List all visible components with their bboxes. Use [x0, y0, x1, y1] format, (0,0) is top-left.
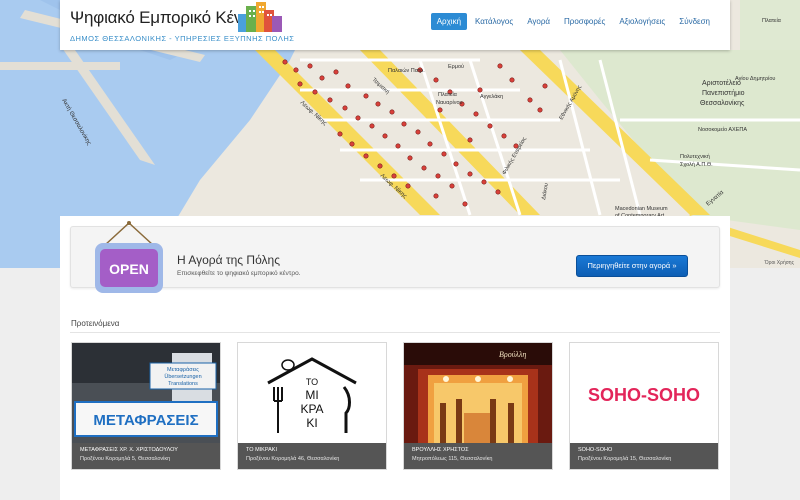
- nav-item-offers[interactable]: Προσφορές: [558, 13, 611, 30]
- shop-card[interactable]: SOHO-SOHO SOHO-SOHO Προξένου Κορομηλά 15…: [569, 342, 719, 470]
- shop-name[interactable]: ΤΟ ΜΙΚΡΑΚΙ: [246, 447, 378, 453]
- shop-name[interactable]: SOHO-SOHO: [578, 447, 710, 453]
- map-label-plateia: Πλατεία: [438, 92, 458, 98]
- shop-image[interactable]: Βρούλλη: [404, 343, 552, 443]
- site-header: Ψηφιακό Εμπορικό Κέντρο ΔΗΜΟΣ ΘΕΣΣΑΛΟΝΙΚ…: [60, 0, 730, 50]
- featured-cards: Μεταφράσεις Übersetzungen Translations Μ…: [71, 342, 721, 470]
- map-label-palaion-patron: Παλαιών Πατρ.: [388, 67, 425, 74]
- shop-image[interactable]: SOHO-SOHO: [570, 343, 718, 443]
- shop-address: Μητροπόλεως 115, Θεσσαλονίκη: [412, 456, 493, 462]
- sign-small-text-2: Übersetzungen: [164, 373, 201, 380]
- shop-address: Προξένου Κορομηλά 5, Θεσσαλονίκη: [80, 456, 171, 462]
- shop-name[interactable]: ΒΡΟΥΛΛΗΣ ΧΡΗΣΤΟΣ: [412, 447, 544, 453]
- shop-sign-text: Βρούλλη: [499, 350, 526, 359]
- main-content: OPEN Η Αγορά της Πόλης Επισκεφθείτε το ψ…: [60, 216, 730, 500]
- hero-title: Η Αγορά της Πόλης: [177, 253, 280, 267]
- shop-card[interactable]: ΤΟ ΜΙ ΚΡΑ ΚΙ ΤΟ ΜΙΚΡΑΚΙ Προξένου Κορομηλ…: [237, 342, 387, 470]
- map-attribution[interactable]: Όροι Χρήσης: [765, 260, 794, 266]
- map-label-navarinou: Ναυαρίνου: [436, 100, 463, 106]
- map-label-ermou: Ερμού: [448, 63, 464, 70]
- logo-line-3: ΚΡΑ: [300, 402, 323, 416]
- shop-image[interactable]: Μεταφράσεις Übersetzungen Translations Μ…: [72, 343, 220, 443]
- shop-caption: ΤΟ ΜΙΚΡΑΚΙ Προξένου Κορομηλά 46, Θεσσαλο…: [238, 443, 386, 469]
- shop-card[interactable]: Βρούλλη ΒΡΟΥΛΛΗΣ ΧΡΗΣΤΟΣ Μητροπόλεως 115…: [403, 342, 553, 470]
- shop-name[interactable]: ΜΕΤΑΦΡΑΣΕΙΣ ΧΡ. Χ. ΧΡΙΣΤΟΔΟΥΛΟΥ: [80, 447, 212, 453]
- map-label-polytechnic-2: Σχολή Α.Π.Θ.: [680, 161, 713, 168]
- sign-main-text: ΜΕΤΑΦΡΑΣΕΙΣ: [93, 412, 198, 429]
- sign-small-text-1: Μεταφράσεις: [167, 366, 199, 373]
- main-nav: Αρχική Κατάλογος Αγορά Προσφορές Αξιολογ…: [430, 13, 716, 30]
- browse-market-button[interactable]: Περιηγηθείτε στην αγορά »: [576, 255, 688, 277]
- shop-caption: ΜΕΤΑΦΡΑΣΕΙΣ ΧΡ. Χ. ΧΡΙΣΤΟΔΟΥΛΟΥ Προξένου…: [72, 443, 220, 469]
- map-label-plateia-2: Πλατεία: [762, 18, 782, 24]
- divider: [70, 332, 720, 333]
- open-sign-text: OPEN: [109, 261, 149, 277]
- shop-caption: ΒΡΟΥΛΛΗΣ ΧΡΗΣΤΟΣ Μητροπόλεως 115, Θεσσαλ…: [404, 443, 552, 469]
- hero-panel: OPEN Η Αγορά της Πόλης Επισκεφθείτε το ψ…: [70, 221, 720, 293]
- map-label-thessalonikis: Θεσσαλονίκης: [700, 99, 745, 107]
- nav-item-reviews[interactable]: Αξιολογήσεις: [613, 13, 671, 30]
- shop-image[interactable]: ΤΟ ΜΙ ΚΡΑ ΚΙ: [238, 343, 386, 443]
- shop-address: Προξένου Κορομηλά 46, Θεσσαλονίκη: [246, 456, 340, 462]
- map-label-angelaki: Αγγελάκη: [480, 93, 503, 100]
- map-label-dimitriou: Αγίου Δημητρίου: [735, 76, 775, 82]
- map-label-polytechnic-1: Πολυτεχνική: [680, 153, 710, 160]
- featured-heading: Προτεινόμενα: [71, 319, 120, 328]
- city-buildings-icon[interactable]: [236, 0, 284, 39]
- logo-line-2: ΜΙ: [305, 388, 318, 402]
- shop-logo-text: SOHO-SOHO: [588, 385, 700, 405]
- shop-caption: SOHO-SOHO Προξένου Κορομηλά 15, Θεσσαλον…: [570, 443, 718, 469]
- map-label-hospital: Νοσοκομείο ΑΧΕΠΑ: [698, 127, 747, 133]
- hero-description: Επισκεφθείτε το ψηφιακό εμπορικό κέντρο.: [177, 270, 301, 277]
- map-label-museum-1: Macedonian Museum: [615, 206, 668, 212]
- shop-card[interactable]: Μεταφράσεις Übersetzungen Translations Μ…: [71, 342, 221, 470]
- nav-item-home[interactable]: Αρχική: [430, 13, 468, 30]
- nav-item-catalog[interactable]: Κατάλογος: [469, 13, 519, 30]
- shop-address: Προξένου Κορομηλά 15, Θεσσαλονίκη: [578, 456, 672, 462]
- logo-line-4: ΚΙ: [306, 416, 317, 430]
- nav-item-login[interactable]: Σύνδεση: [673, 13, 716, 30]
- sign-small-text-3: Translations: [168, 381, 198, 387]
- map-label-panepistimio: Πανεπιστήμιο: [702, 90, 745, 97]
- nav-item-market[interactable]: Αγορά: [521, 13, 556, 30]
- logo-line-1: ΤΟ: [306, 377, 318, 387]
